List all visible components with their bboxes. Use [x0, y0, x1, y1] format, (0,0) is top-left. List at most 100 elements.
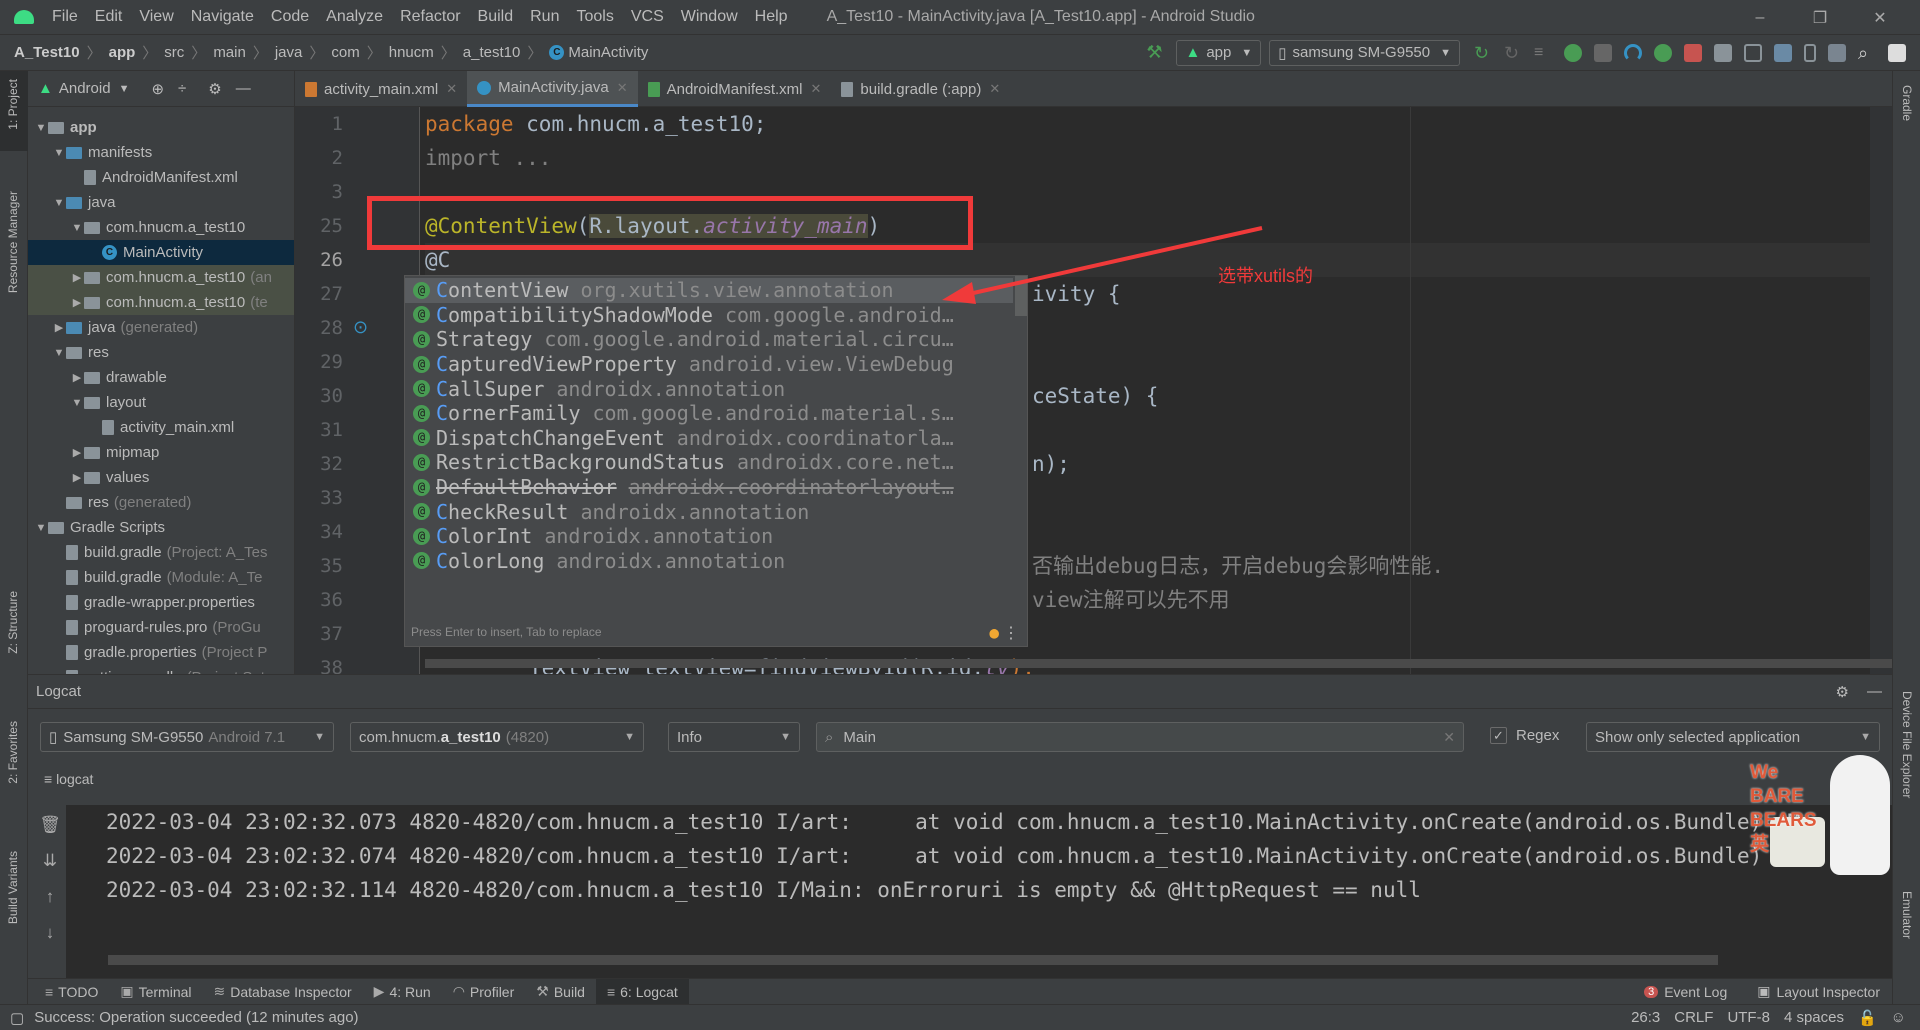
breadcrumb-item[interactable]: a_test10 — [463, 44, 521, 61]
completion-item[interactable]: @ CallSuper androidx.annotation — [405, 376, 1013, 401]
tree-item[interactable]: ▶ java (generated) — [28, 315, 294, 340]
code-editor[interactable]: 1 2 3 25 26 27 28 29 30 31 32 33 34 35 36 37 38 package … — [295, 107, 1892, 674]
hide-icon[interactable]: — — [1867, 683, 1882, 700]
minimize-button[interactable]: – — [1730, 9, 1790, 27]
chevron-down-icon[interactable]: ▼ — [34, 522, 48, 534]
tree-item[interactable]: ▼ manifests — [28, 140, 294, 165]
close-tab-icon[interactable]: ✕ — [617, 80, 628, 96]
tab-build-gradle-app-[interactable]: build.gradle (:app) ✕ — [831, 71, 1010, 107]
hide-icon[interactable]: — — [236, 80, 251, 97]
avd-manager-icon[interactable] — [1804, 43, 1816, 62]
tool-window-device-file-explorer[interactable]: Device File Explorer — [1900, 691, 1914, 798]
chevron-down-icon[interactable]: ▼ — [70, 397, 84, 409]
chevron-down-icon[interactable]: ▼ — [34, 122, 48, 134]
tree-item[interactable]: ▶ drawable — [28, 365, 294, 390]
breadcrumb-item[interactable]: com — [331, 44, 359, 61]
breadcrumb-item[interactable]: app — [109, 44, 136, 61]
project-view-select[interactable]: Android — [59, 80, 111, 97]
close-button[interactable]: ✕ — [1850, 8, 1910, 28]
menu-run[interactable]: Run — [530, 8, 559, 26]
tree-item[interactable]: ▶ mipmap — [28, 440, 294, 465]
tool-window-gradle[interactable]: Gradle — [1900, 85, 1914, 121]
menu-help[interactable]: Help — [755, 8, 788, 26]
menu-window[interactable]: Window — [681, 8, 738, 26]
tree-item[interactable]: ▼ Gradle Scripts — [28, 515, 294, 540]
completion-item[interactable]: @ DispatchChangeEvent androidx.coordinator… — [405, 426, 1013, 451]
tool-window-emulator[interactable]: Emulator — [1900, 891, 1914, 939]
tree-item[interactable]: ▼ layout — [28, 390, 294, 415]
menu-edit[interactable]: Edit — [95, 8, 123, 26]
completion-item[interactable]: @ CheckResult androidx.annotation — [405, 499, 1013, 524]
editor-scrollbar[interactable] — [1870, 107, 1892, 674]
collapse-all-icon[interactable]: ÷ — [178, 80, 186, 97]
tab-activity-main-xml[interactable]: activity_main.xml ✕ — [295, 71, 467, 107]
completion-item[interactable]: @ DefaultBehavior androidx.coordinatorlayo… — [405, 475, 1013, 500]
close-tab-icon[interactable]: ✕ — [446, 81, 457, 97]
tree-item[interactable]: ▼ app — [28, 115, 294, 140]
make-project-hammer-icon[interactable]: ⚒ — [1146, 42, 1162, 63]
completion-item[interactable]: @ ColorInt androidx.annotation — [405, 524, 1013, 549]
layout-inspector-icon[interactable] — [1744, 43, 1762, 62]
scroll-to-end-icon[interactable]: ⇊ — [43, 851, 57, 871]
close-tab-icon[interactable]: ✕ — [811, 81, 822, 97]
clear-logcat-trash-icon[interactable]: 🗑 — [39, 815, 61, 835]
chevron-right-icon[interactable]: ▶ — [70, 446, 84, 459]
tree-item[interactable]: AndroidManifest.xml — [28, 165, 294, 190]
chevron-down-icon[interactable]: ▼ — [52, 147, 66, 159]
sdk-manager-icon[interactable] — [1828, 43, 1846, 62]
tool-window-project[interactable]: 1: Project — [6, 79, 20, 130]
bottom-tab-todo[interactable]: ≡ TODO — [34, 979, 109, 1005]
gear-icon[interactable]: ⚙ — [208, 80, 221, 98]
tree-item[interactable]: settings.gradle(Project Set — [28, 665, 294, 674]
tree-item[interactable]: ▶ com.hnucm.a_test10 (te — [28, 290, 294, 315]
tool-window-favorites[interactable]: 2: Favorites — [6, 721, 20, 784]
restore-button[interactable]: ❐ — [1790, 8, 1850, 28]
breadcrumb-item[interactable]: java — [275, 44, 303, 61]
filter-select[interactable]: Show only selected application ▼ — [1586, 722, 1880, 752]
bottom-tab-4-run[interactable]: ▶ 4: Run — [363, 979, 442, 1005]
horizontal-scrollbar[interactable] — [425, 659, 1892, 668]
completion-item[interactable]: @ CompatibilityShadowMode com.google.andro… — [405, 303, 1013, 328]
menu-analyze[interactable]: Analyze — [326, 8, 383, 26]
chevron-right-icon[interactable]: ▶ — [70, 371, 84, 384]
tool-window-structure[interactable]: Z: Structure — [6, 591, 20, 654]
chevron-right-icon[interactable]: ▶ — [70, 271, 84, 284]
more-options-icon[interactable]: ⋮ — [1003, 623, 1019, 642]
inspector-icon[interactable]: ☺ — [1891, 1009, 1906, 1027]
tree-item[interactable]: ▼ java — [28, 190, 294, 215]
avatar[interactable] — [1888, 43, 1906, 62]
bottom-tab-build[interactable]: ⚒ Build — [525, 979, 596, 1005]
menu-code[interactable]: Code — [271, 8, 309, 26]
bottom-tab-terminal[interactable]: ▣ Terminal — [109, 979, 202, 1005]
chevron-right-icon[interactable]: ▶ — [70, 296, 84, 309]
stop-icon[interactable] — [1684, 43, 1702, 62]
up-arrow-icon[interactable]: ↑ — [46, 887, 55, 907]
menu-navigate[interactable]: Navigate — [191, 8, 254, 26]
locate-icon[interactable]: ⊕ — [151, 80, 164, 98]
layout-inspector-button[interactable]: Layout Inspector — [1776, 984, 1880, 1000]
tree-item[interactable]: ▶ com.hnucm.a_test10 (an — [28, 265, 294, 290]
breadcrumb-item[interactable]: A_Test10 — [14, 44, 80, 61]
project-structure-icon[interactable] — [1714, 43, 1732, 62]
tree-item[interactable]: activity_main.xml — [28, 415, 294, 440]
tree-item[interactable]: proguard-rules.pro (ProGu — [28, 615, 294, 640]
logcat-subtab[interactable]: ≡ logcat — [44, 771, 93, 787]
chevron-right-icon[interactable]: ▶ — [70, 471, 84, 484]
completion-item[interactable]: @ RestrictBackgroundStatus androidx.core.n… — [405, 450, 1013, 475]
tool-window-resource-manager[interactable]: Resource Manager — [6, 191, 20, 293]
tree-item[interactable]: gradle-wrapper.properties — [28, 590, 294, 615]
menu-tools[interactable]: Tools — [576, 8, 613, 26]
gear-icon[interactable]: ⚙ — [1836, 683, 1849, 701]
override-method-icon[interactable]: ⊙ — [353, 317, 368, 338]
popup-scrollbar[interactable] — [1015, 276, 1027, 316]
tree-item[interactable]: gradle.properties (Project P — [28, 640, 294, 665]
apply-code-changes-icon[interactable]: ↻ — [1504, 44, 1522, 62]
apply-changes-restart-icon[interactable]: ↻ — [1474, 44, 1492, 62]
debug-icon[interactable] — [1564, 43, 1582, 62]
profile-icon[interactable] — [1624, 43, 1642, 62]
file-encoding[interactable]: UTF-8 — [1727, 1009, 1770, 1027]
menu-refactor[interactable]: Refactor — [400, 8, 460, 26]
tree-item[interactable]: ▶ values — [28, 465, 294, 490]
device-select[interactable]: ▯ samsung SM-G9550 ▼ — [1269, 39, 1460, 66]
bottom-tab-6-logcat[interactable]: ≡ 6: Logcat — [595, 978, 689, 1005]
